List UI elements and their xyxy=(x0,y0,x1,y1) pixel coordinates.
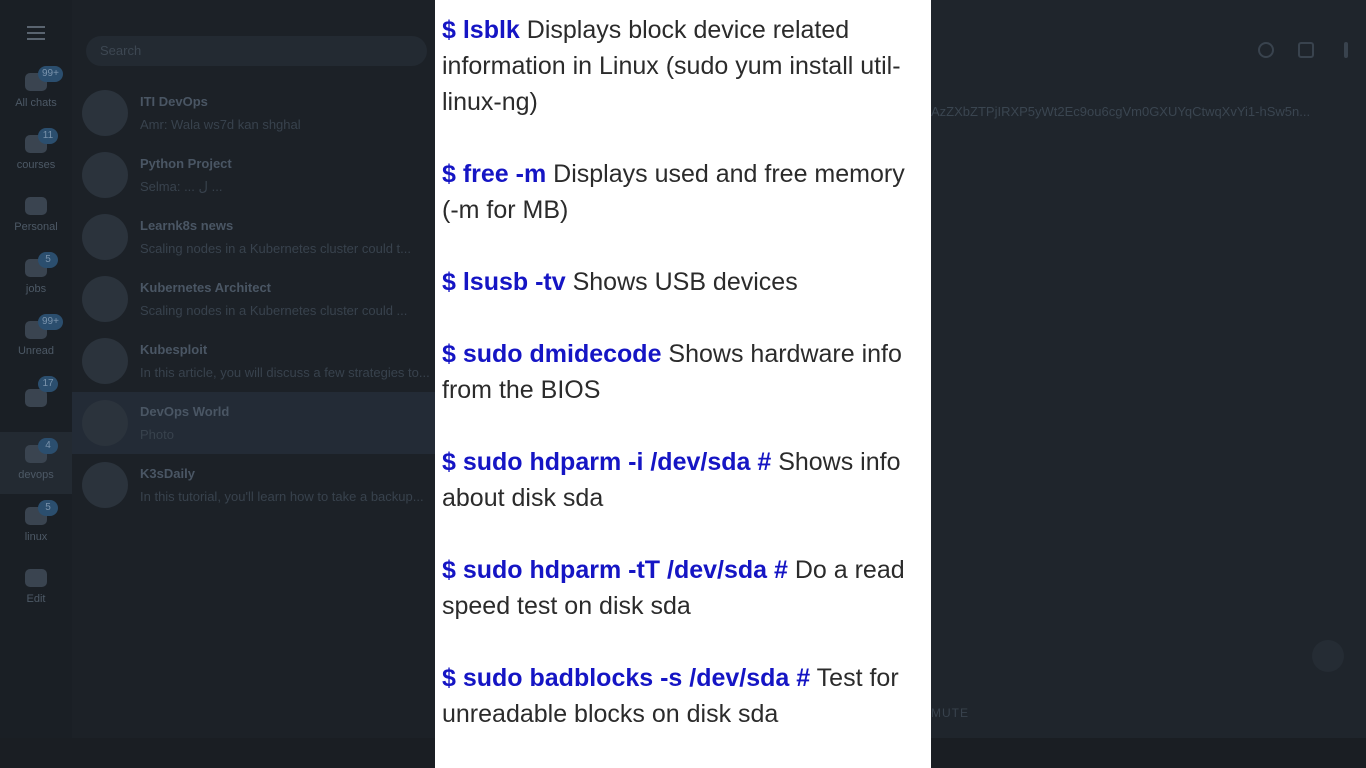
command-text: $ sudo dmidecode xyxy=(442,340,662,368)
folder-label: All chats xyxy=(15,97,57,109)
command-entry: $ lsusb -tv Shows USB devices xyxy=(442,264,911,300)
avatar xyxy=(82,400,128,446)
chat-name: Learnk8s news xyxy=(140,218,234,233)
command-entry: $ sudo badblocks -s /dev/sda # Test for … xyxy=(442,660,911,732)
chat-preview: In this article, you will discuss a few … xyxy=(140,365,430,380)
search-icon[interactable] xyxy=(1258,42,1274,58)
unread-badge: 99+ xyxy=(38,66,63,82)
folder-devops[interactable]: 4 devops xyxy=(0,432,72,494)
image-viewer: $ lsblk Displays block device related in… xyxy=(435,0,931,768)
command-text: $ lsblk xyxy=(442,16,520,44)
command-description: Shows USB devices xyxy=(565,268,798,296)
command-text: $ free -m xyxy=(442,160,547,188)
sidebar-toggle-icon[interactable] xyxy=(1298,42,1314,58)
chat-name: Kubesploit xyxy=(140,342,208,357)
chat-name: ITI DevOps xyxy=(140,94,208,109)
avatar xyxy=(82,338,128,384)
avatar xyxy=(82,214,128,260)
chat-name: K3sDaily xyxy=(140,466,195,481)
folder-personal[interactable]: Personal xyxy=(0,184,72,246)
chat-preview: Amr: Wala ws7d kan shghal xyxy=(140,117,301,132)
more-options-icon[interactable] xyxy=(1344,42,1348,58)
folder-icon xyxy=(25,197,47,215)
pinned-message[interactable]: AzZXbZTPjIRXP5yWt2Ec9ou6cgVm0GXUYqCtwqXv… xyxy=(931,104,1351,119)
folder-emoji[interactable]: 17 xyxy=(0,370,72,432)
folder-label: Edit xyxy=(26,593,46,605)
unread-badge: 5 xyxy=(38,500,58,516)
folder-label: linux xyxy=(24,531,48,543)
command-entry: $ free -m Displays used and free memory … xyxy=(442,156,911,228)
avatar xyxy=(82,276,128,322)
folder-sidebar: 99+ All chats 11 courses Personal 5 jobs… xyxy=(0,0,72,738)
command-entry: $ sudo hdparm -tT /dev/sda # Do a read s… xyxy=(442,552,911,624)
hamburger-menu-icon[interactable] xyxy=(18,18,54,48)
chat-name: DevOps World xyxy=(140,404,230,419)
folder-label: jobs xyxy=(25,283,47,295)
command-text: $ lsusb -tv xyxy=(442,268,566,296)
folder-label: Unread xyxy=(17,345,55,357)
unread-badge: 5 xyxy=(38,252,58,268)
unread-badge: 17 xyxy=(38,376,58,392)
folder-label: Personal xyxy=(14,221,58,233)
sliders-icon xyxy=(25,569,47,587)
chat-item-devops-world[interactable]: DevOps World Photo xyxy=(72,392,435,454)
folder-jobs[interactable]: 5 jobs xyxy=(0,246,72,308)
unread-badge: 99+ xyxy=(38,314,63,330)
command-text: $ sudo hdparm -i /dev/sda # xyxy=(442,448,772,476)
folder-linux[interactable]: 5 linux xyxy=(0,494,72,556)
chat-preview: Scaling nodes in a Kubernetes cluster co… xyxy=(140,241,411,256)
chat-item-k3sdaily[interactable]: K3sDaily In this tutorial, you'll learn … xyxy=(72,454,435,516)
chat-preview: Scaling nodes in a Kubernetes cluster co… xyxy=(140,303,408,318)
command-text: $ sudo hdparm -tT /dev/sda # xyxy=(442,556,788,584)
scroll-down-button[interactable] xyxy=(1312,640,1344,672)
search-input[interactable]: Search xyxy=(86,36,427,66)
folder-edit[interactable]: Edit xyxy=(0,556,72,618)
unread-badge: 4 xyxy=(38,438,58,454)
mute-button[interactable]: MUTE xyxy=(931,706,969,720)
avatar xyxy=(82,90,128,136)
chat-item-kubernetes-architect[interactable]: Kubernetes Architect Scaling nodes in a … xyxy=(72,268,435,330)
unread-badge: 11 xyxy=(38,128,58,144)
chat-item-learnk8s-news[interactable]: Learnk8s news Scaling nodes in a Kuberne… xyxy=(72,206,435,268)
command-entry: $ sudo hdparm -i /dev/sda # Shows info a… xyxy=(442,444,911,516)
folder-courses[interactable]: 11 courses xyxy=(0,122,72,184)
command-entry: $ lsblk Displays block device related in… xyxy=(442,12,911,120)
chat-preview: Photo xyxy=(140,427,174,442)
folder-label: devops xyxy=(18,469,54,481)
chat-name: Kubernetes Architect xyxy=(140,280,271,295)
chat-item-iti-devops[interactable]: ITI DevOps Amr: Wala ws7d kan shghal xyxy=(72,82,435,144)
folder-unread[interactable]: 99+ Unread xyxy=(0,308,72,370)
command-entry: $ sudo dmidecode Shows hardware info fro… xyxy=(442,336,911,408)
command-text: $ sudo badblocks -s /dev/sda # xyxy=(442,664,811,692)
chat-preview: Selma: ... ل ... xyxy=(140,178,223,194)
folder-label: courses xyxy=(16,159,56,171)
chat-item-kubesploit[interactable]: Kubesploit In this article, you will dis… xyxy=(72,330,435,392)
chat-preview: In this tutorial, you'll learn how to ta… xyxy=(140,489,424,504)
avatar xyxy=(82,462,128,508)
chat-name: Python Project xyxy=(140,155,232,171)
folder-all-chats[interactable]: 99+ All chats xyxy=(0,60,72,122)
chat-list: Search ITI DevOps Amr: Wala ws7d kan shg… xyxy=(72,0,435,738)
avatar xyxy=(82,152,128,198)
chat-item-python-project[interactable]: Python Project Selma: ... ل ... xyxy=(72,144,435,206)
